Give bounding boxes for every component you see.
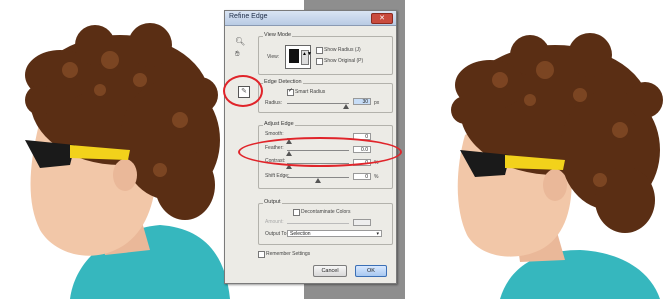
show-radius-label: Show Radius (J) — [324, 47, 361, 53]
output-to-select[interactable]: Selection ▾ — [287, 230, 382, 237]
ok-button[interactable]: OK — [355, 265, 387, 277]
dialog-title: Refine Edge — [229, 13, 268, 20]
zoom-icon[interactable]: 🔍︎ — [235, 37, 245, 46]
amount-field — [353, 219, 371, 226]
remember-settings-label: Remember Settings — [266, 251, 311, 257]
annotation-circle-brush — [223, 75, 263, 107]
view-thumbnail[interactable]: ▲▼ — [285, 45, 312, 69]
chevron-down-icon: ▾ — [376, 231, 379, 237]
radius-unit: px — [374, 100, 380, 106]
show-original-checkbox[interactable] — [316, 58, 323, 65]
amount-label: Amount: — [265, 219, 284, 225]
radius-field[interactable]: 30 — [353, 98, 371, 105]
output-to-value: Selection — [290, 231, 311, 237]
show-original-label: Show Original (P) — [324, 58, 364, 64]
remember-settings-checkbox[interactable] — [258, 251, 265, 258]
boy-profile-right — [451, 33, 663, 299]
dialog-titlebar[interactable]: Refine Edge ✕ — [225, 11, 396, 26]
adjust-edge-legend: Adjust Edge — [263, 121, 295, 127]
shift-edge-slider-thumb[interactable] — [315, 178, 321, 183]
radius-slider-thumb[interactable] — [343, 104, 349, 109]
dropdown-icon[interactable]: ▲▼ — [301, 50, 312, 65]
smart-radius-checkbox[interactable] — [287, 87, 294, 96]
output-legend: Output — [263, 199, 282, 205]
annotation-circle-feather — [238, 137, 402, 167]
close-icon[interactable]: ✕ — [371, 13, 393, 24]
output-to-label: Output To: — [265, 231, 288, 237]
shift-edge-unit: % — [374, 174, 379, 180]
shift-edge-field[interactable]: 0 — [353, 173, 371, 180]
edge-detection-group — [258, 83, 393, 113]
show-radius-checkbox[interactable] — [316, 47, 323, 54]
hand-icon[interactable]: ✋︎ — [235, 49, 240, 59]
decontaminate-checkbox[interactable] — [293, 209, 300, 216]
view-mode-legend: View Mode — [263, 32, 293, 38]
shift-edge-label: Shift Edge: — [265, 173, 290, 179]
radius-label: Radius: — [265, 100, 282, 106]
radius-slider-track[interactable] — [287, 103, 349, 104]
edge-detection-legend: Edge Detection — [263, 79, 303, 85]
amount-slider-track — [287, 223, 349, 224]
boy-profile-left — [25, 23, 230, 299]
right-photo-refined — [405, 0, 668, 299]
cancel-button[interactable]: Cancel — [313, 265, 347, 277]
smart-radius-label: Smart Radius — [295, 89, 326, 95]
decontaminate-label: Decontaminate Colors — [301, 209, 351, 215]
left-photo-original — [0, 0, 230, 299]
smooth-label: Smooth: — [265, 131, 284, 137]
view-label: View: — [267, 54, 280, 60]
